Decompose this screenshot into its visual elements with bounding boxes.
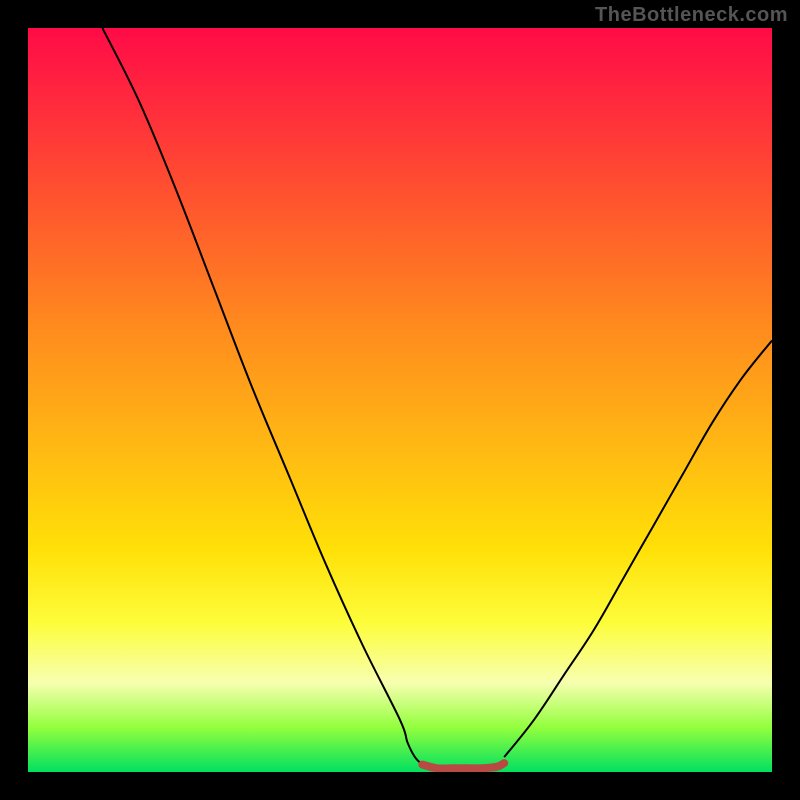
curve-svg: [28, 28, 772, 772]
plot-area: [28, 28, 772, 772]
watermark-text: TheBottleneck.com: [595, 4, 788, 27]
left-branch-path: [102, 28, 422, 765]
chart-frame: TheBottleneck.com: [0, 0, 800, 800]
right-branch-path: [504, 341, 772, 758]
valley-floor-path: [422, 763, 504, 768]
